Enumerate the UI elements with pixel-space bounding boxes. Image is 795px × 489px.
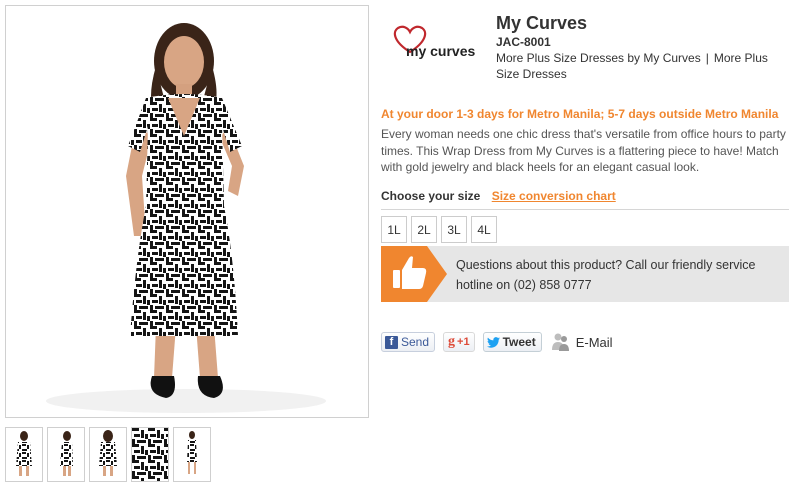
gplus-button[interactable]: g +1: [443, 332, 475, 352]
size-option-2l[interactable]: 2L: [411, 216, 437, 243]
size-label: Choose your size: [381, 189, 481, 203]
product-description: Every woman needs one chic dress that's …: [381, 127, 786, 174]
size-options: 1L 2L 3L 4L: [381, 216, 497, 243]
thumbnail-full[interactable]: [173, 427, 211, 482]
brand-links: More Plus Size Dresses by My Curves | More…: [496, 50, 786, 82]
thumbs-up-icon: [381, 246, 447, 302]
delivery-info: At your door 1-3 days for Metro Manila; …: [381, 107, 779, 121]
email-share-button[interactable]: E-Mail: [551, 332, 613, 352]
gplus-icon: g: [448, 334, 456, 349]
size-header: Choose your size Size conversion chart: [381, 189, 789, 210]
more-by-brand-link[interactable]: More Plus Size Dresses by My Curves: [496, 51, 701, 65]
main-product-image[interactable]: [5, 5, 369, 418]
gplus-label: +1: [457, 336, 470, 348]
facebook-icon: f: [385, 335, 398, 349]
facebook-send-button[interactable]: f Send: [381, 332, 436, 352]
size-option-3l[interactable]: 3L: [441, 216, 467, 243]
tweet-label: Tweet: [502, 335, 536, 349]
tweet-button[interactable]: Tweet: [482, 332, 542, 352]
product-sku: JAC-8001: [496, 35, 551, 49]
email-label: E-Mail: [575, 334, 613, 350]
twitter-bird-icon: [486, 336, 500, 348]
size-chart-link[interactable]: Size conversion chart: [492, 189, 616, 203]
size-option-1l[interactable]: 1L: [381, 216, 407, 243]
facebook-send-label: Send: [401, 335, 430, 349]
size-option-4l[interactable]: 4L: [471, 216, 497, 243]
link-separator: |: [705, 51, 709, 65]
email-people-icon: [551, 333, 569, 351]
product-title: My Curves: [496, 13, 588, 33]
share-bar: f Send g +1 Tweet E-Mail: [381, 332, 613, 352]
hotline-banner: Questions about this product? Call our f…: [381, 246, 789, 302]
thumbnail-front[interactable]: [5, 427, 43, 482]
brand-logo[interactable]: my curves: [388, 22, 478, 66]
hotline-text: Questions about this product? Call our f…: [456, 258, 756, 292]
thumbnail-side[interactable]: [47, 427, 85, 482]
thumbnail-fabric-detail[interactable]: [131, 427, 169, 482]
thumbnail-strip: [5, 427, 211, 482]
svg-text:my curves: my curves: [406, 43, 475, 59]
thumbnail-back[interactable]: [89, 427, 127, 482]
